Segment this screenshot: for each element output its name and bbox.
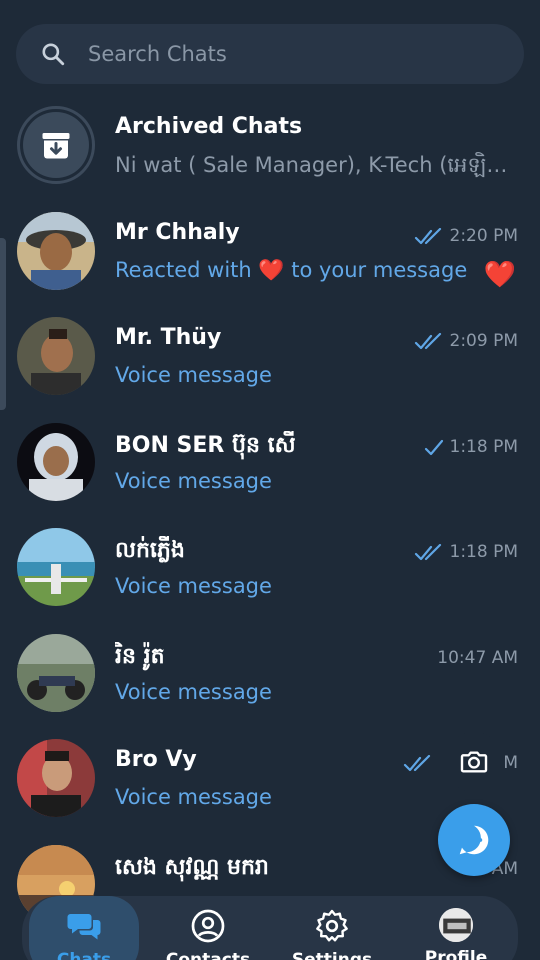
single-check-icon	[424, 439, 444, 455]
contacts-icon	[191, 909, 225, 943]
nav-profile[interactable]: Profile	[401, 896, 511, 960]
avatar	[17, 211, 95, 290]
chat-preview: Voice message	[115, 785, 272, 809]
avatar	[17, 528, 95, 606]
chat-name: លក់ភ្លើង	[115, 538, 185, 563]
chat-row[interactable]: Mr Chhaly 2:20 PM Reacted with ❤️ to you…	[0, 206, 540, 312]
chat-preview: Voice message	[115, 574, 272, 598]
chat-row[interactable]: Mr. Thüy 2:09 PM Voice message	[0, 311, 540, 417]
chat-preview: Voice message	[115, 679, 272, 704]
chat-name: Mr. Thüy	[115, 325, 222, 350]
new-chat-button[interactable]	[438, 804, 510, 876]
chat-time: 10:47 AM	[437, 647, 518, 668]
search-icon	[42, 43, 65, 66]
archived-chats-row[interactable]: Archived Chats Ni wat ( Sale Manager), K…	[0, 100, 540, 206]
chat-row[interactable]: BON SER ប៊ុន សើ 1:18 PM Voice message	[0, 417, 540, 523]
double-check-icon	[403, 755, 431, 772]
chat-preview: Ni wat ( Sale Manager), K-Tech (អេឡិចត្រ…	[115, 153, 510, 177]
avatar	[17, 739, 95, 817]
camera-button[interactable]	[444, 732, 504, 792]
chat-time: 2:09 PM	[449, 331, 519, 351]
avatar	[17, 317, 95, 395]
archive-box-icon	[42, 133, 70, 159]
chat-preview: Reacted with ❤️ to your message	[115, 257, 468, 282]
nav-settings-label: Settings	[291, 950, 373, 960]
heart-emoji: ❤️	[258, 257, 285, 282]
camera-icon	[460, 751, 488, 773]
nav-contacts[interactable]: Contacts	[153, 896, 263, 960]
new-message-icon	[459, 825, 489, 855]
search-bar[interactable]: Search Chats	[16, 24, 524, 84]
nav-profile-label: Profile	[424, 948, 488, 960]
chat-name: Bro Vy	[115, 747, 197, 772]
chat-time: 2:20 PM	[449, 225, 519, 246]
nav-contacts-label: Contacts	[165, 950, 251, 960]
chat-bubbles-icon	[67, 914, 101, 940]
double-check-icon	[414, 227, 442, 244]
chat-name: BON SER ប៊ុន សើ	[115, 432, 296, 458]
search-input[interactable]: Search Chats	[88, 42, 227, 66]
gear-icon	[316, 909, 348, 942]
archive-avatar	[17, 106, 95, 184]
chat-time: 1:18 PM	[449, 542, 519, 562]
chat-row[interactable]: លក់ភ្លើង 1:18 PM Voice message	[0, 522, 540, 628]
chat-preview: Voice message	[115, 363, 272, 387]
chat-preview: Voice message	[115, 468, 272, 493]
chat-name: Archived Chats	[115, 114, 303, 139]
double-check-icon	[414, 544, 442, 561]
nav-chats[interactable]: Chats	[29, 896, 139, 960]
avatar	[17, 422, 95, 501]
reaction-heart-icon: ❤️	[483, 259, 516, 290]
nav-settings[interactable]: Settings	[277, 896, 387, 960]
double-check-icon	[414, 333, 442, 350]
chat-name: សេង សុវណ្ណ មករា	[115, 854, 269, 880]
chat-time: 1:18 PM	[449, 436, 519, 457]
avatar	[17, 633, 95, 712]
chat-name: រិន រ៉ូត	[115, 643, 165, 669]
nav-chats-label: Chats	[56, 950, 112, 960]
chat-name: Mr Chhaly	[115, 219, 240, 245]
bottom-navigation: Chats Contacts Settings Profile	[22, 896, 518, 960]
chat-row[interactable]: រិន រ៉ូត 10:47 AM Voice message	[0, 628, 540, 734]
profile-avatar	[439, 908, 473, 942]
